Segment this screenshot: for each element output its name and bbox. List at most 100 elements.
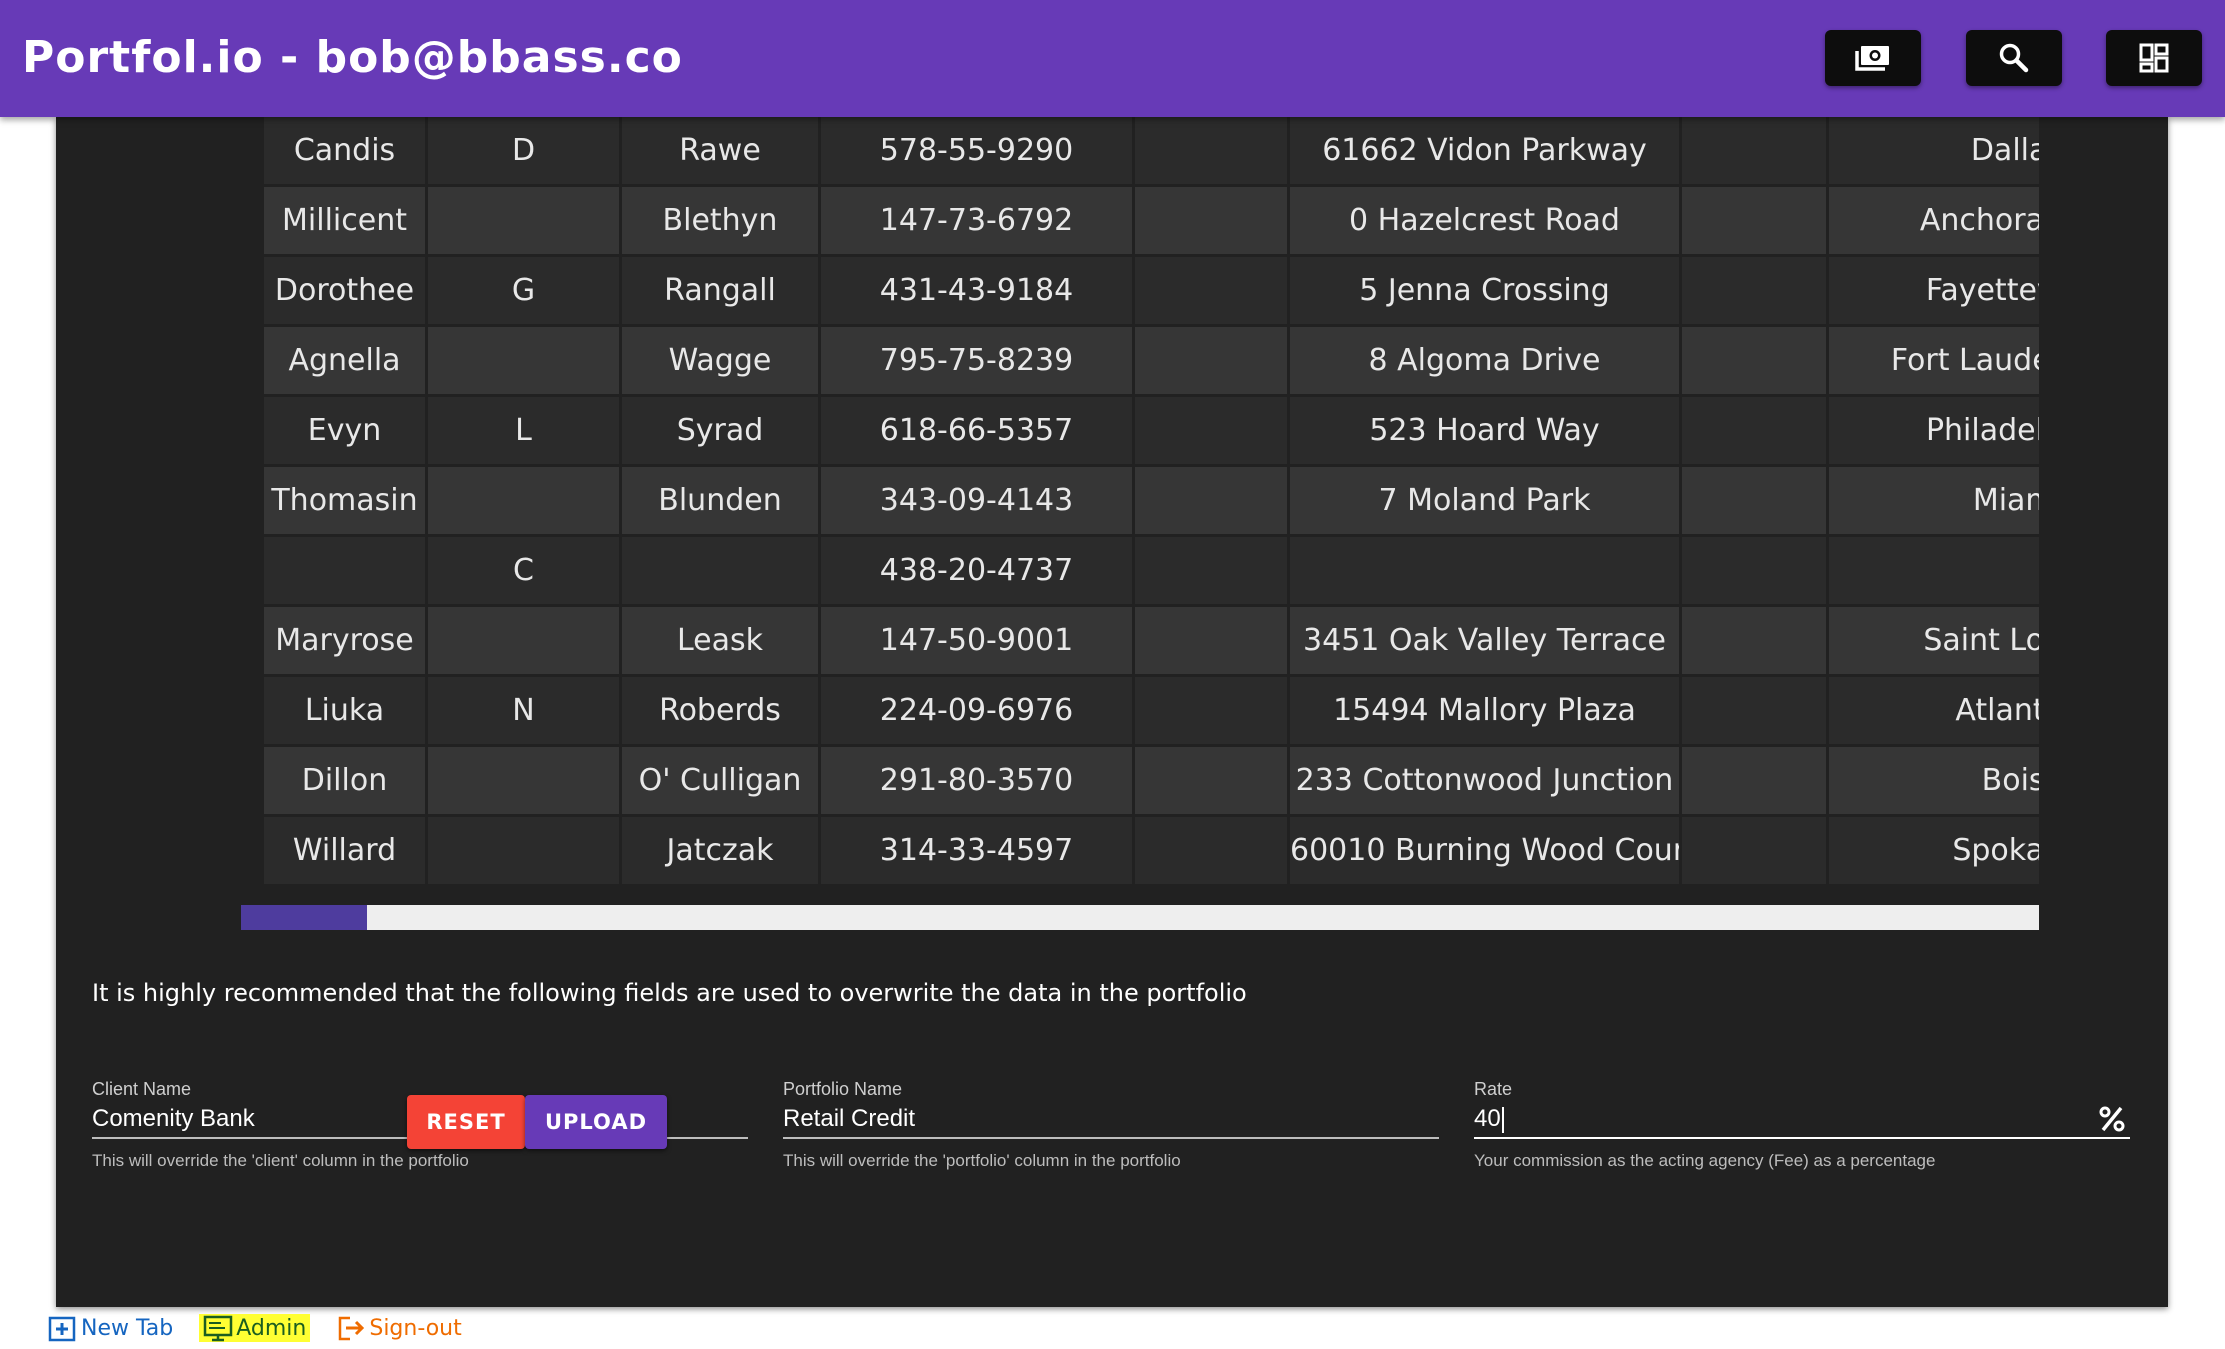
table-cell[interactable]: Rawe xyxy=(622,117,818,184)
table-cell[interactable] xyxy=(1135,817,1287,884)
table-cell[interactable]: G xyxy=(428,257,619,324)
table-cell[interactable]: 233 Cottonwood Junction xyxy=(1290,747,1679,814)
table-cell[interactable] xyxy=(1829,537,2039,604)
dashboard-button[interactable] xyxy=(2106,30,2202,86)
upload-button[interactable]: UPLOAD xyxy=(525,1095,667,1149)
table-cell[interactable]: Boise xyxy=(1829,747,2039,814)
table-cell[interactable] xyxy=(428,187,619,254)
table-cell[interactable]: Leask xyxy=(622,607,818,674)
table-cell[interactable]: N xyxy=(428,677,619,744)
rate-input[interactable]: 40 xyxy=(1474,1101,2130,1139)
table-cell[interactable]: Saint Lou xyxy=(1829,607,2039,674)
table-cell[interactable]: 314-33-4597 xyxy=(821,817,1132,884)
table-cell[interactable]: 15494 Mallory Plaza xyxy=(1290,677,1679,744)
table-cell[interactable]: 8 Algoma Drive xyxy=(1290,327,1679,394)
table-cell[interactable]: Agnella xyxy=(264,327,425,394)
table-cell[interactable]: O' Culligan xyxy=(622,747,818,814)
table-cell[interactable]: Dillon xyxy=(264,747,425,814)
table-cell[interactable] xyxy=(1135,397,1287,464)
scrollbar-thumb[interactable] xyxy=(241,905,367,930)
table-cell[interactable]: Maryrose xyxy=(264,607,425,674)
table-cell[interactable]: Evyn xyxy=(264,397,425,464)
table-cell[interactable]: Philadelp xyxy=(1829,397,2039,464)
table-cell[interactable]: Blethyn xyxy=(622,187,818,254)
table-cell[interactable] xyxy=(1290,537,1679,604)
table-cell[interactable] xyxy=(1135,607,1287,674)
table-cell[interactable]: 795-75-8239 xyxy=(821,327,1132,394)
table-cell[interactable]: Fort Lauder xyxy=(1829,327,2039,394)
table-cell[interactable]: 523 Hoard Way xyxy=(1290,397,1679,464)
table-cell[interactable]: Willard xyxy=(264,817,425,884)
table-cell[interactable] xyxy=(1682,187,1826,254)
table-cell[interactable]: C xyxy=(428,537,619,604)
portfolio-name-input[interactable]: Retail Credit xyxy=(783,1101,1439,1139)
table-cell[interactable]: 61662 Vidon Parkway xyxy=(1290,117,1679,184)
table-cell[interactable]: 7 Moland Park xyxy=(1290,467,1679,534)
table-cell[interactable] xyxy=(1135,467,1287,534)
table-cell[interactable]: Thomasin xyxy=(264,467,425,534)
admin-link[interactable]: Admin xyxy=(199,1314,311,1342)
table-cell[interactable]: L xyxy=(428,397,619,464)
table-cell[interactable]: Dorothee xyxy=(264,257,425,324)
table-cell[interactable]: 578-55-9290 xyxy=(821,117,1132,184)
table-cell[interactable] xyxy=(264,537,425,604)
horizontal-scrollbar[interactable] xyxy=(241,905,2039,930)
table-cell[interactable]: 0 Hazelcrest Road xyxy=(1290,187,1679,254)
table-cell[interactable]: 291-80-3570 xyxy=(821,747,1132,814)
money-button[interactable] xyxy=(1825,30,1921,86)
table-cell[interactable]: Rangall xyxy=(622,257,818,324)
table-cell[interactable] xyxy=(622,537,818,604)
table-cell[interactable]: Anchorag xyxy=(1829,187,2039,254)
table-cell[interactable] xyxy=(1682,397,1826,464)
table-cell[interactable]: Jatczak xyxy=(622,817,818,884)
table-cell[interactable] xyxy=(1135,327,1287,394)
table-cell[interactable]: 147-73-6792 xyxy=(821,187,1132,254)
search-button[interactable] xyxy=(1966,30,2062,86)
table-cell[interactable]: Millicent xyxy=(264,187,425,254)
table-cell[interactable]: Liuka xyxy=(264,677,425,744)
table-cell[interactable] xyxy=(428,467,619,534)
table-cell[interactable]: Syrad xyxy=(622,397,818,464)
table-cell[interactable] xyxy=(1682,817,1826,884)
table-cell[interactable] xyxy=(1135,187,1287,254)
table-cell[interactable]: Wagge xyxy=(622,327,818,394)
table-cell[interactable]: Roberds xyxy=(622,677,818,744)
table-cell[interactable] xyxy=(1682,537,1826,604)
table-cell[interactable]: Blunden xyxy=(622,467,818,534)
data-grid[interactable]: Candis D Rawe 578-55-9290 61662 Vidon Parkwa… xyxy=(264,117,2039,884)
table-cell[interactable] xyxy=(1135,257,1287,324)
table-cell[interactable] xyxy=(1682,327,1826,394)
table-cell[interactable]: 431-43-9184 xyxy=(821,257,1132,324)
table-cell[interactable] xyxy=(1135,677,1287,744)
table-cell[interactable] xyxy=(1682,607,1826,674)
table-cell[interactable]: D xyxy=(428,117,619,184)
table-cell[interactable] xyxy=(1135,747,1287,814)
table-cell[interactable]: 438-20-4737 xyxy=(821,537,1132,604)
table-cell[interactable] xyxy=(428,817,619,884)
new-tab-link[interactable]: New Tab xyxy=(48,1314,173,1342)
table-cell[interactable] xyxy=(1135,117,1287,184)
table-cell[interactable]: 5 Jenna Crossing xyxy=(1290,257,1679,324)
table-cell[interactable]: Atlanta xyxy=(1829,677,2039,744)
table-cell[interactable] xyxy=(1135,537,1287,604)
table-cell[interactable]: Dallas xyxy=(1829,117,2039,184)
table-cell[interactable] xyxy=(1682,117,1826,184)
table-cell[interactable]: Spokan xyxy=(1829,817,2039,884)
table-cell[interactable] xyxy=(1682,677,1826,744)
signout-link[interactable]: Sign-out xyxy=(336,1314,462,1342)
table-cell[interactable]: 147-50-9001 xyxy=(821,607,1132,674)
table-cell[interactable] xyxy=(1682,257,1826,324)
table-cell[interactable] xyxy=(1682,747,1826,814)
table-cell[interactable]: Fayettevi xyxy=(1829,257,2039,324)
table-cell[interactable]: Miami xyxy=(1829,467,2039,534)
reset-button[interactable]: RESET xyxy=(407,1095,525,1149)
table-cell[interactable] xyxy=(428,607,619,674)
table-cell[interactable]: 224-09-6976 xyxy=(821,677,1132,744)
table-cell[interactable]: 3451 Oak Valley Terrace xyxy=(1290,607,1679,674)
table-cell[interactable]: 343-09-4143 xyxy=(821,467,1132,534)
table-cell[interactable] xyxy=(428,747,619,814)
table-cell[interactable]: 618-66-5357 xyxy=(821,397,1132,464)
table-cell[interactable]: 60010 Burning Wood Court xyxy=(1290,817,1679,884)
table-cell[interactable]: Candis xyxy=(264,117,425,184)
table-cell[interactable] xyxy=(1682,467,1826,534)
